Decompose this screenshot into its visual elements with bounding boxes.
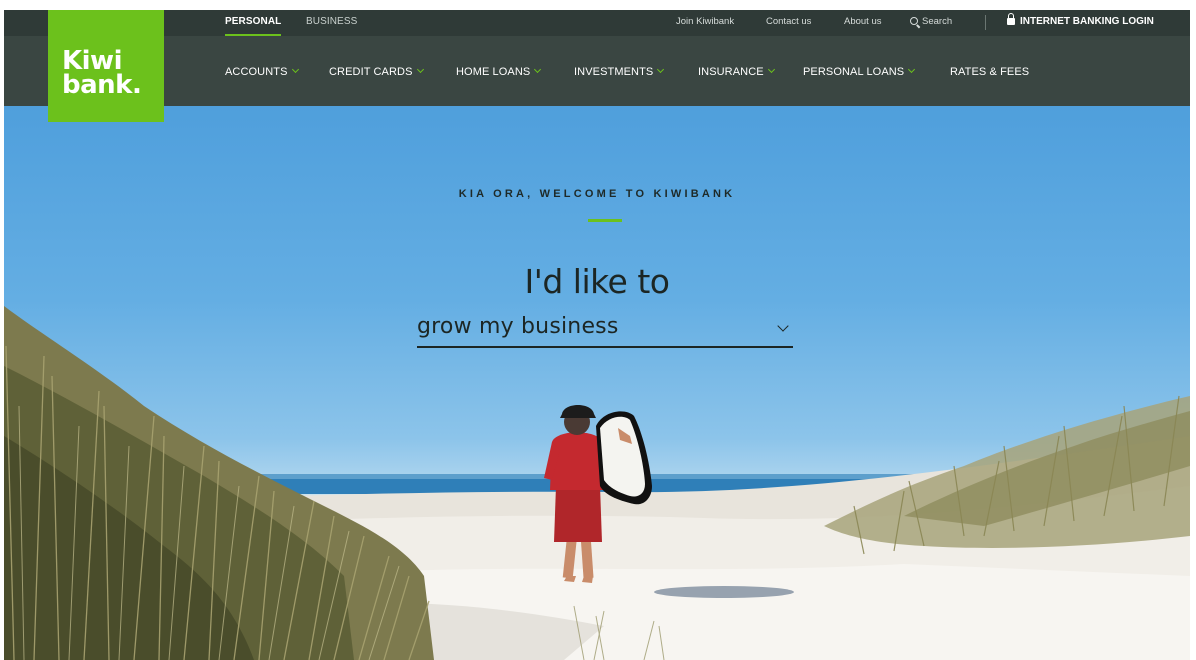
nav-home-loans[interactable]: HOME LOANS — [456, 63, 542, 81]
intent-selector[interactable]: grow my business — [417, 312, 793, 348]
welcome-underline — [588, 219, 622, 222]
segment-tab-personal[interactable]: PERSONAL — [225, 10, 282, 36]
nav-personal-loans[interactable]: PERSONAL LOANS — [803, 63, 916, 81]
chevron-down-icon — [657, 65, 665, 74]
nav-label: INVESTMENTS — [574, 66, 654, 78]
nav-rates-fees[interactable]: RATES & FEES — [950, 63, 1029, 81]
site-header: Kiwi bank. PERSONAL BUSINESS Join Kiwiba… — [4, 10, 1190, 122]
chevron-down-icon — [908, 65, 916, 74]
about-us-link[interactable]: About us — [844, 10, 882, 36]
nav-label: PERSONAL LOANS — [803, 66, 905, 78]
page-frame: Kiwi bank. PERSONAL BUSINESS Join Kiwiba… — [4, 10, 1190, 660]
lock-icon — [1007, 13, 1015, 25]
nav-label: ACCOUNTS — [225, 66, 288, 78]
chevron-down-icon — [291, 65, 299, 74]
nav-investments[interactable]: INVESTMENTS — [574, 63, 665, 81]
intent-selector-value: grow my business — [417, 314, 619, 339]
bodyboard — [596, 411, 652, 505]
logo-text-line-2: bank. — [62, 70, 142, 100]
nav-label: HOME LOANS — [456, 66, 531, 78]
chevron-down-icon — [777, 320, 789, 332]
search-label: Search — [922, 16, 953, 27]
nav-accounts[interactable]: ACCOUNTS — [225, 63, 299, 81]
internet-banking-login-button[interactable]: INTERNET BANKING LOGIN — [1007, 10, 1154, 36]
nav-label: INSURANCE — [698, 66, 764, 78]
chevron-down-icon — [534, 65, 542, 74]
contact-us-link[interactable]: Contact us — [766, 10, 811, 36]
hero-banner: KIA ORA, WELCOME TO KIWIBANK I'd like to… — [4, 106, 1190, 660]
search-link[interactable]: Search — [910, 10, 952, 36]
search-icon — [910, 17, 918, 25]
chevron-down-icon — [416, 65, 424, 74]
login-label: INTERNET BANKING LOGIN — [1020, 16, 1154, 27]
kiwibank-logo[interactable]: Kiwi bank. — [48, 10, 164, 122]
segment-tab-business[interactable]: BUSINESS — [306, 10, 357, 36]
nav-label: RATES & FEES — [950, 66, 1030, 78]
intent-lead-text: I'd like to — [524, 262, 670, 301]
nav-credit-cards[interactable]: CREDIT CARDS — [329, 63, 424, 81]
chevron-down-icon — [767, 65, 775, 74]
nav-label: CREDIT CARDS — [329, 66, 413, 78]
welcome-heading: KIA ORA, WELCOME TO KIWIBANK — [458, 188, 736, 200]
utility-divider — [985, 15, 986, 30]
nav-insurance[interactable]: INSURANCE — [698, 63, 775, 81]
join-kiwibank-link[interactable]: Join Kiwibank — [676, 10, 734, 36]
